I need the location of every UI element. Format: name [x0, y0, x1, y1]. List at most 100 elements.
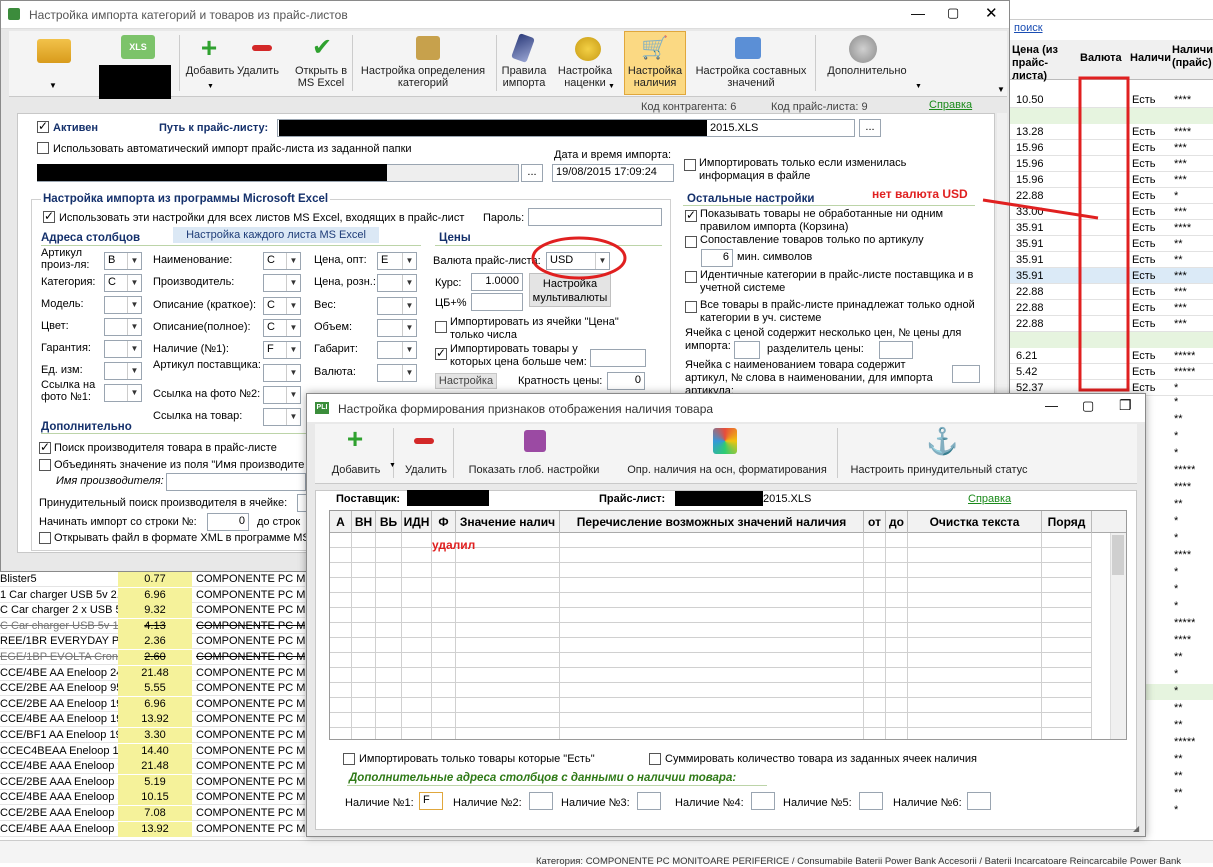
grid-cell[interactable] — [376, 548, 402, 563]
grid-cell[interactable] — [560, 683, 864, 698]
grid-cell[interactable] — [456, 653, 560, 668]
grid-cell[interactable] — [376, 713, 402, 728]
grid-cell[interactable] — [886, 578, 908, 593]
grid-column-header[interactable]: А — [330, 511, 352, 533]
grid-cell[interactable] — [432, 623, 456, 638]
grid-column-header[interactable]: ВН — [352, 511, 376, 533]
grid-scroll-thumb[interactable] — [1112, 535, 1124, 575]
grid-cell[interactable] — [402, 548, 432, 563]
grid-cell[interactable] — [560, 728, 864, 739]
grid-cell[interactable] — [352, 623, 376, 638]
grid-cell[interactable] — [864, 623, 886, 638]
grid-cell[interactable] — [864, 593, 886, 608]
grid-cell[interactable] — [456, 713, 560, 728]
grid-cell[interactable] — [908, 728, 1042, 739]
dialog-restore-icon[interactable]: ❐ — [1119, 397, 1132, 414]
grid-cell[interactable] — [908, 593, 1042, 608]
grid-cell[interactable] — [886, 653, 908, 668]
only-yes-checkbox[interactable] — [343, 753, 355, 765]
avail-column-field[interactable] — [859, 792, 883, 810]
grid-cell[interactable] — [376, 533, 402, 548]
grid-cell[interactable] — [908, 683, 1042, 698]
avail-column-field[interactable] — [637, 792, 661, 810]
grid-cell[interactable] — [886, 548, 908, 563]
grid-cell[interactable] — [908, 668, 1042, 683]
grid-cell[interactable] — [330, 548, 352, 563]
grid-cell[interactable] — [432, 728, 456, 739]
grid-cell[interactable] — [330, 713, 352, 728]
grid-cell[interactable] — [864, 728, 886, 739]
grid-cell[interactable] — [376, 623, 402, 638]
grid-column-header[interactable]: Перечисление возможных значений наличия — [560, 511, 864, 533]
grid-cell[interactable] — [864, 533, 886, 548]
grid-cell[interactable] — [864, 563, 886, 578]
grid-cell[interactable] — [330, 728, 352, 739]
grid-cell[interactable] — [402, 533, 432, 548]
grid-cell[interactable] — [402, 608, 432, 623]
grid-column-header[interactable]: ИДН — [402, 511, 432, 533]
grid-cell[interactable] — [352, 578, 376, 593]
dialog-add-icon[interactable]: + — [343, 425, 367, 453]
sum-qty-checkbox[interactable] — [649, 753, 661, 765]
grid-cell[interactable] — [886, 563, 908, 578]
grid-cell[interactable] — [402, 638, 432, 653]
grid-cell[interactable] — [1042, 698, 1092, 713]
grid-cell[interactable] — [456, 563, 560, 578]
grid-cell[interactable] — [560, 653, 864, 668]
grid-cell[interactable] — [864, 638, 886, 653]
grid-cell[interactable] — [1042, 563, 1092, 578]
grid-cell[interactable] — [886, 728, 908, 739]
grid-cell[interactable] — [886, 623, 908, 638]
grid-cell[interactable] — [560, 668, 864, 683]
dialog-delete-icon[interactable] — [414, 438, 434, 444]
grid-cell[interactable] — [864, 608, 886, 623]
dropdown-arrow-icon[interactable]: ▼ — [389, 462, 396, 469]
grid-cell[interactable] — [330, 698, 352, 713]
grid-cell[interactable] — [908, 548, 1042, 563]
grid-cell[interactable] — [376, 698, 402, 713]
grid-cell[interactable] — [352, 653, 376, 668]
grid-cell[interactable] — [456, 593, 560, 608]
grid-cell[interactable] — [402, 668, 432, 683]
grid-cell[interactable] — [886, 668, 908, 683]
grid-cell[interactable] — [456, 638, 560, 653]
grid-cell[interactable] — [908, 563, 1042, 578]
grid-column-header[interactable]: Поряд — [1042, 511, 1092, 533]
grid-cell[interactable] — [864, 653, 886, 668]
grid-cell[interactable] — [376, 728, 402, 739]
grid-cell[interactable] — [352, 548, 376, 563]
grid-cell[interactable] — [330, 578, 352, 593]
grid-cell[interactable] — [1042, 608, 1092, 623]
grid-cell[interactable] — [560, 563, 864, 578]
grid-cell[interactable] — [886, 638, 908, 653]
grid-cell[interactable] — [432, 713, 456, 728]
grid-column-header[interactable]: Ф — [432, 511, 456, 533]
grid-cell[interactable] — [1042, 578, 1092, 593]
grid-cell[interactable] — [908, 623, 1042, 638]
grid-cell[interactable] — [432, 668, 456, 683]
dialog-palette-icon[interactable] — [713, 428, 737, 454]
grid-cell[interactable] — [560, 623, 864, 638]
grid-cell[interactable] — [908, 638, 1042, 653]
grid-cell[interactable] — [432, 653, 456, 668]
grid-cell[interactable] — [376, 638, 402, 653]
grid-cell[interactable] — [456, 728, 560, 739]
grid-cell[interactable] — [1042, 533, 1092, 548]
grid-cell[interactable] — [352, 638, 376, 653]
grid-cell[interactable] — [864, 668, 886, 683]
grid-cell[interactable] — [1042, 713, 1092, 728]
grid-cell[interactable] — [376, 683, 402, 698]
dialog-toolbar-button-label[interactable]: Добавить — [327, 464, 385, 476]
grid-cell[interactable] — [560, 638, 864, 653]
dialog-maximize-icon[interactable]: ▢ — [1082, 398, 1094, 414]
grid-cell[interactable] — [864, 683, 886, 698]
grid-cell[interactable] — [376, 593, 402, 608]
grid-cell[interactable] — [402, 728, 432, 739]
grid-cell[interactable] — [456, 578, 560, 593]
grid-cell[interactable] — [560, 593, 864, 608]
grid-cell[interactable] — [886, 698, 908, 713]
grid-cell[interactable] — [886, 533, 908, 548]
grid-cell[interactable] — [864, 578, 886, 593]
grid-cell[interactable] — [330, 623, 352, 638]
grid-cell[interactable] — [402, 578, 432, 593]
